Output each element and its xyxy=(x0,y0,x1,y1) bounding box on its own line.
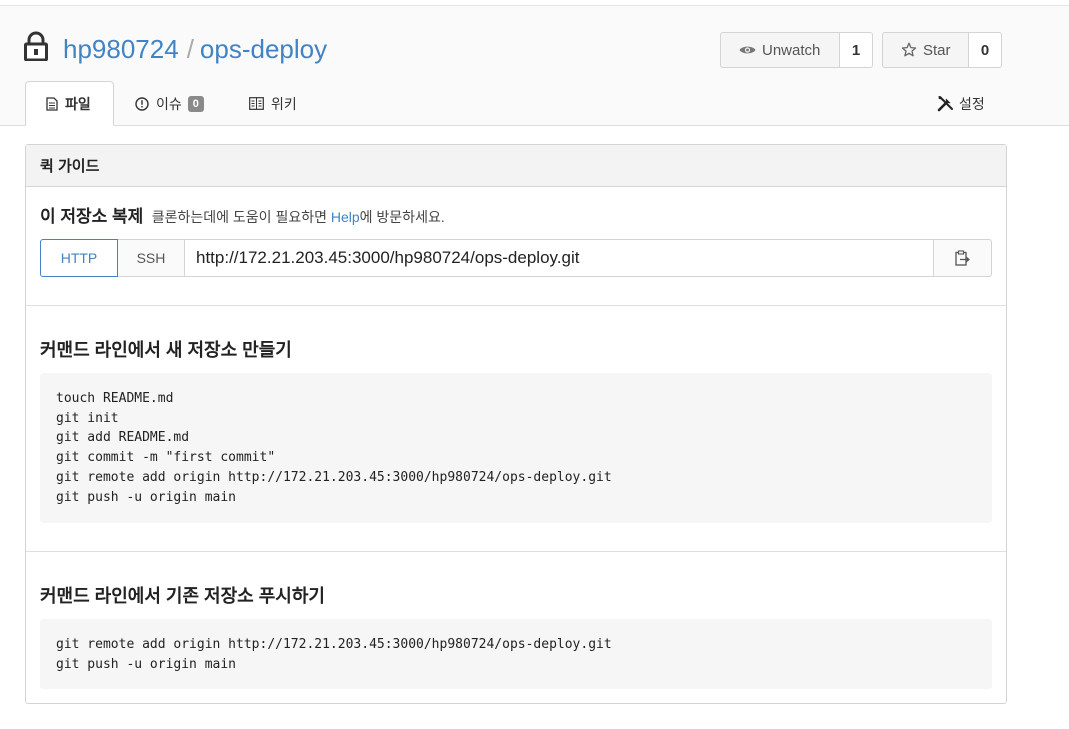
section-divider xyxy=(26,551,1006,552)
tab-files-label: 파일 xyxy=(65,95,91,112)
repo-title: hp980724/ops-deploy xyxy=(63,33,327,65)
repo-title-separator: / xyxy=(186,34,194,64)
unwatch-label: Unwatch xyxy=(762,41,821,59)
tab-settings[interactable]: 설정 xyxy=(937,81,985,126)
lock-icon xyxy=(24,31,48,61)
star-icon xyxy=(901,42,917,58)
issues-count-badge: 0 xyxy=(187,95,204,112)
tools-icon xyxy=(937,95,954,112)
unwatch-button[interactable]: Unwatch xyxy=(720,32,840,68)
repo-owner-link[interactable]: hp980724 xyxy=(63,34,179,64)
new-repo-title: 커맨드 라인에서 새 저장소 만들기 xyxy=(40,340,292,360)
eye-icon xyxy=(739,44,756,56)
section-divider xyxy=(26,305,1006,306)
push-existing-title: 커맨드 라인에서 기존 저장소 푸시하기 xyxy=(40,586,325,606)
star-button[interactable]: Star xyxy=(882,32,969,68)
watch-count[interactable]: 1 xyxy=(840,32,873,68)
clipboard-icon xyxy=(955,250,970,266)
copy-url-button[interactable] xyxy=(934,239,992,277)
quick-guide-panel: 퀵 가이드 이 저장소 복제 클론하는데에 도움이 필요하면 Help에 방문하… xyxy=(25,144,1007,704)
tab-files[interactable]: 파일 xyxy=(25,81,114,126)
tab-issues[interactable]: 이슈 0 xyxy=(135,81,204,126)
tab-issues-label: 이슈 xyxy=(156,95,182,112)
star-label: Star xyxy=(923,41,951,59)
tab-wiki[interactable]: 위키 xyxy=(249,81,297,126)
star-button-group: Star 0 xyxy=(882,32,1002,68)
file-icon xyxy=(46,96,58,111)
clone-hint-before: 클론하는데에 도움이 필요하면 xyxy=(151,209,331,225)
clone-hint-after: 에 방문하세요. xyxy=(359,209,445,225)
clone-url-field[interactable]: http://172.21.203.45:3000/hp980724/ops-d… xyxy=(185,239,934,277)
tab-wiki-label: 위키 xyxy=(271,95,297,112)
book-icon xyxy=(249,97,264,110)
help-link[interactable]: Help xyxy=(331,209,360,225)
ssh-protocol-button[interactable]: SSH xyxy=(117,239,185,277)
tab-settings-label: 설정 xyxy=(959,95,985,112)
http-protocol-button[interactable]: HTTP xyxy=(40,239,118,277)
watch-button-group: Unwatch 1 xyxy=(720,32,873,68)
clone-title: 이 저장소 복제 xyxy=(40,207,144,226)
issue-icon xyxy=(135,96,149,111)
clone-hint: 클론하는데에 도움이 필요하면 Help에 방문하세요. xyxy=(152,209,445,225)
clone-heading: 이 저장소 복제 클론하는데에 도움이 필요하면 Help에 방문하세요. xyxy=(40,202,445,227)
clone-url-bar: HTTP SSH http://172.21.203.45:3000/hp980… xyxy=(40,239,992,277)
new-repo-code-block: touch README.md git init git add README.… xyxy=(40,373,992,523)
quick-guide-header: 퀵 가이드 xyxy=(26,145,1006,187)
push-existing-code-block: git remote add origin http://172.21.203.… xyxy=(40,619,992,689)
repo-name-link[interactable]: ops-deploy xyxy=(200,34,327,64)
star-count[interactable]: 0 xyxy=(969,32,1002,68)
